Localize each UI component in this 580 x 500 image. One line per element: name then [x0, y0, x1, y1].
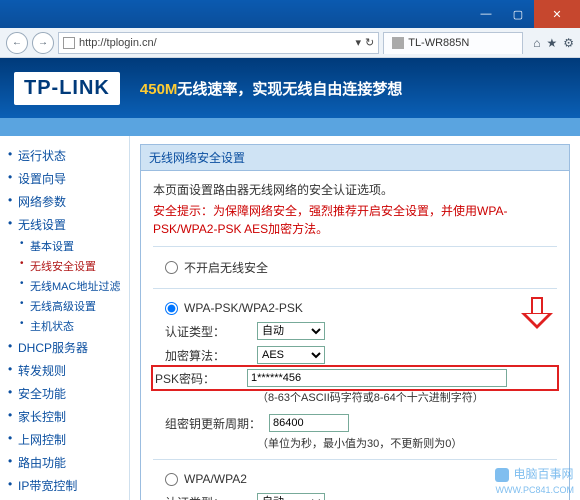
minimize-button[interactable]: —: [470, 0, 502, 28]
maximize-button[interactable]: ▢: [502, 0, 534, 28]
sidebar-item2-2[interactable]: 安全功能: [6, 382, 129, 405]
sidebar-item-1[interactable]: 设置向导: [6, 167, 129, 190]
sidebar-item-2[interactable]: 网络参数: [6, 190, 129, 213]
option-no-security[interactable]: 不开启无线安全: [153, 255, 557, 280]
forward-button[interactable]: →: [32, 32, 54, 54]
browser-tab[interactable]: TL-WR885N: [383, 32, 523, 54]
reload-icon[interactable]: ↻: [365, 36, 374, 49]
url-field[interactable]: http://tplogin.cn/ ▾ ↻: [58, 32, 379, 54]
sidebar-sub-2[interactable]: 无线MAC地址过滤: [6, 276, 129, 296]
brand-logo: TP-LINK: [14, 72, 120, 105]
psk-password-input[interactable]: [247, 369, 507, 387]
auth-type-label-2: 认证类型：: [165, 494, 253, 500]
group-key-label: 组密钥更新周期：: [165, 415, 265, 432]
sidebar-item2-3[interactable]: 家长控制: [6, 405, 129, 428]
radio-wpa[interactable]: [165, 473, 178, 486]
home-icon[interactable]: ⌂: [533, 36, 540, 50]
radio-wpa-psk[interactable]: [165, 302, 178, 315]
security-warning: 安全提示：为保障网络安全，强烈推荐开启安全设置，并使用WPA-PSK/WPA2-…: [153, 202, 557, 238]
window-titlebar: — ▢ ✕: [0, 0, 580, 28]
sidebar-sub-3[interactable]: 无线高级设置: [6, 296, 129, 316]
sidebar: 运行状态设置向导网络参数无线设置 基本设置无线安全设置无线MAC地址过滤无线高级…: [0, 136, 130, 500]
auth-type-select-2[interactable]: 自动: [257, 493, 325, 500]
back-button[interactable]: ←: [6, 32, 28, 54]
sidebar-sub-4[interactable]: 主机状态: [6, 316, 129, 336]
option-wpa-psk[interactable]: WPA-PSK/WPA2-PSK: [153, 297, 509, 319]
banner-slogan: 450M无线速率，实现无线自由连接梦想: [140, 78, 403, 99]
panel-description: 本页面设置路由器无线网络的安全认证选项。: [153, 181, 557, 198]
sidebar-item2-1[interactable]: 转发规则: [6, 359, 129, 382]
sidebar-item2-0[interactable]: DHCP服务器: [6, 336, 129, 359]
group-key-hint: （单位为秒，最小值为30，不更新则为0）: [153, 435, 557, 451]
group-key-input[interactable]: [269, 414, 349, 432]
sidebar-item-0[interactable]: 运行状态: [6, 144, 129, 167]
settings-icon[interactable]: ⚙: [563, 36, 574, 50]
sidebar-item-3[interactable]: 无线设置: [6, 213, 129, 236]
browser-tools: ⌂ ★ ⚙: [533, 36, 574, 50]
header-banner: TP-LINK 450M无线速率，实现无线自由连接梦想: [0, 58, 580, 118]
auth-type-label: 认证类型：: [165, 323, 253, 340]
option-wpa[interactable]: WPA/WPA2: [153, 468, 557, 490]
sidebar-item2-6[interactable]: IP带宽控制: [6, 474, 129, 497]
encryption-label: 加密算法：: [165, 347, 253, 364]
auth-type-select[interactable]: 自动: [257, 322, 325, 340]
encryption-select[interactable]: AES: [257, 346, 325, 364]
content-area: 无线网络安全设置 本页面设置路由器无线网络的安全认证选项。 安全提示：为保障网络…: [130, 136, 580, 500]
sidebar-sub-0[interactable]: 基本设置: [6, 236, 129, 256]
panel-title: 无线网络安全设置: [141, 145, 569, 171]
psk-password-label: PSK密码：: [155, 370, 243, 387]
tab-favicon-icon: [392, 37, 404, 49]
psk-password-row: PSK密码：: [153, 367, 557, 389]
page-icon: [63, 37, 75, 49]
close-button[interactable]: ✕: [534, 0, 580, 28]
banner-divider: [0, 118, 580, 136]
tab-title: TL-WR885N: [408, 37, 469, 49]
sidebar-item2-4[interactable]: 上网控制: [6, 428, 129, 451]
psk-password-hint: （8-63个ASCII码字符或8-64个十六进制字符）: [153, 389, 557, 405]
sidebar-sub-1[interactable]: 无线安全设置: [6, 256, 129, 276]
callout-arrow-icon: [517, 297, 557, 331]
sidebar-item2-5[interactable]: 路由功能: [6, 451, 129, 474]
url-text: http://tplogin.cn/: [79, 37, 157, 49]
radio-no-security[interactable]: [165, 261, 178, 274]
address-bar: ← → http://tplogin.cn/ ▾ ↻ TL-WR885N ⌂ ★…: [0, 28, 580, 58]
wireless-security-panel: 无线网络安全设置 本页面设置路由器无线网络的安全认证选项。 安全提示：为保障网络…: [140, 144, 570, 500]
url-dropdown-icon[interactable]: ▾: [355, 36, 361, 49]
favorites-icon[interactable]: ★: [546, 36, 557, 50]
